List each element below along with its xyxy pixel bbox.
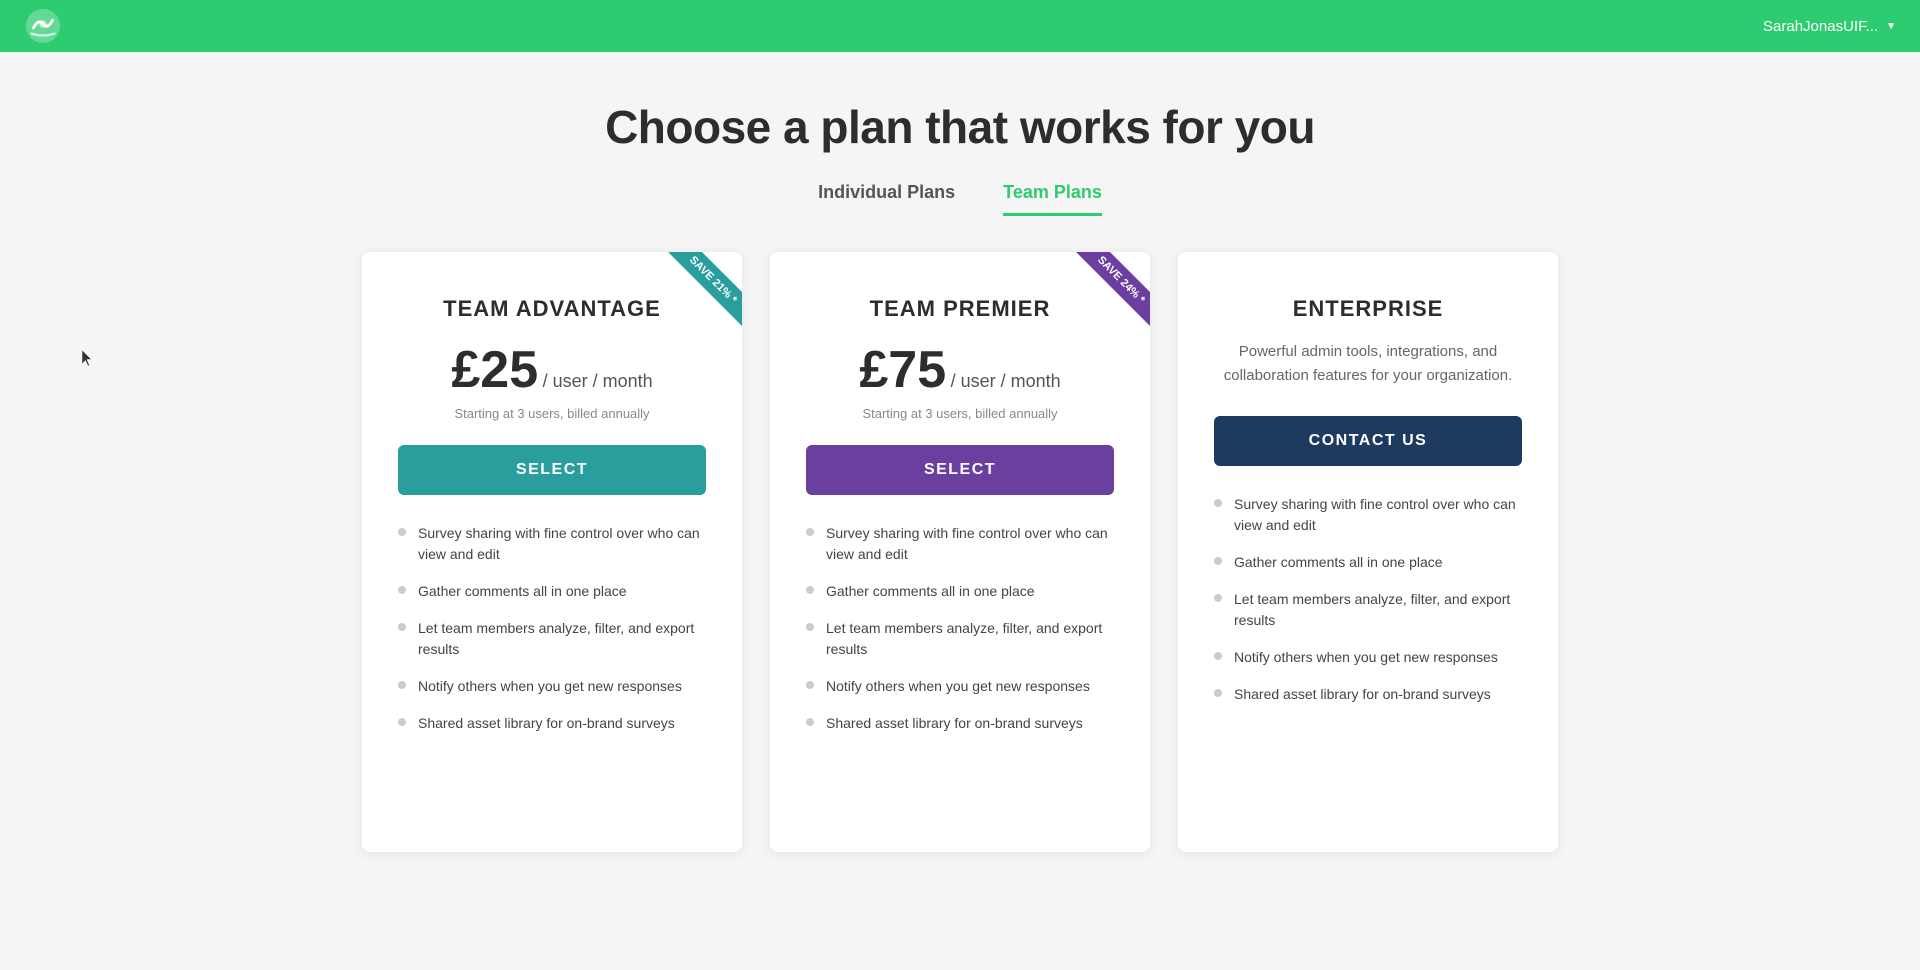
- feature-dot-icon: [806, 718, 814, 726]
- list-item: Gather comments all in one place: [1214, 552, 1522, 573]
- user-menu[interactable]: SarahJonasUIF... ▼: [1763, 18, 1896, 35]
- feature-dot-icon: [1214, 557, 1222, 565]
- price-period-team-premier: / user / month: [951, 371, 1061, 391]
- list-item: Survey sharing with fine control over wh…: [1214, 494, 1522, 536]
- list-item: Notify others when you get new responses: [806, 676, 1114, 697]
- feature-text: Shared asset library for on-brand survey…: [826, 713, 1083, 734]
- plan-card-team-advantage: SAVE 21% * TEAM ADVANTAGE £25 / user / m…: [362, 252, 742, 852]
- billing-note-team-advantage: Starting at 3 users, billed annually: [398, 406, 706, 421]
- list-item: Gather comments all in one place: [398, 581, 706, 602]
- list-item: Shared asset library for on-brand survey…: [1214, 684, 1522, 705]
- feature-text: Gather comments all in one place: [826, 581, 1035, 602]
- ribbon-text-team-premier: SAVE 24% *: [1074, 252, 1150, 327]
- page-title: Choose a plan that works for you: [20, 100, 1900, 154]
- list-item: Gather comments all in one place: [806, 581, 1114, 602]
- price-amount-team-premier: £75: [859, 341, 946, 399]
- plan-card-team-premier: SAVE 24% * TEAM PREMIER £75 / user / mon…: [770, 252, 1150, 852]
- feature-dot-icon: [806, 623, 814, 631]
- list-item: Shared asset library for on-brand survey…: [398, 713, 706, 734]
- list-item: Let team members analyze, filter, and ex…: [1214, 589, 1522, 631]
- select-button-team-premier[interactable]: SELECT: [806, 445, 1114, 495]
- ribbon-team-premier: SAVE 24% *: [1060, 252, 1150, 342]
- feature-dot-icon: [806, 586, 814, 594]
- enterprise-description: Powerful admin tools, integrations, and …: [1214, 340, 1522, 388]
- list-item: Let team members analyze, filter, and ex…: [398, 618, 706, 660]
- logo-container: [24, 7, 62, 45]
- feature-text: Survey sharing with fine control over wh…: [418, 523, 706, 565]
- feature-text: Notify others when you get new responses: [418, 676, 682, 697]
- plans-grid: SAVE 21% * TEAM ADVANTAGE £25 / user / m…: [310, 252, 1610, 852]
- username-label: SarahJonasUIF...: [1763, 18, 1878, 35]
- feature-dot-icon: [398, 528, 406, 536]
- contact-us-button[interactable]: CONTACT US: [1214, 416, 1522, 466]
- list-item: Survey sharing with fine control over wh…: [398, 523, 706, 565]
- feature-text: Shared asset library for on-brand survey…: [1234, 684, 1491, 705]
- feature-dot-icon: [398, 681, 406, 689]
- feature-dot-icon: [806, 681, 814, 689]
- feature-dot-icon: [806, 528, 814, 536]
- feature-text: Gather comments all in one place: [418, 581, 627, 602]
- billing-note-team-premier: Starting at 3 users, billed annually: [806, 406, 1114, 421]
- list-item: Let team members analyze, filter, and ex…: [806, 618, 1114, 660]
- price-amount-team-advantage: £25: [451, 341, 538, 399]
- feature-text: Gather comments all in one place: [1234, 552, 1443, 573]
- plan-price-team-premier: £75 / user / month: [806, 340, 1114, 400]
- feature-text: Let team members analyze, filter, and ex…: [418, 618, 706, 660]
- feature-dot-icon: [398, 623, 406, 631]
- list-item: Notify others when you get new responses: [398, 676, 706, 697]
- features-list-team-advantage: Survey sharing with fine control over wh…: [398, 523, 706, 734]
- feature-dot-icon: [1214, 689, 1222, 697]
- list-item: Survey sharing with fine control over wh…: [806, 523, 1114, 565]
- features-list-enterprise: Survey sharing with fine control over wh…: [1214, 494, 1522, 705]
- plan-card-enterprise: ENTERPRISE Powerful admin tools, integra…: [1178, 252, 1558, 852]
- feature-dot-icon: [398, 586, 406, 594]
- feature-dot-icon: [398, 718, 406, 726]
- feature-text: Notify others when you get new responses: [1234, 647, 1498, 668]
- chevron-down-icon: ▼: [1886, 21, 1896, 32]
- feature-dot-icon: [1214, 499, 1222, 507]
- feature-dot-icon: [1214, 594, 1222, 602]
- feature-text: Shared asset library for on-brand survey…: [418, 713, 675, 734]
- feature-text: Survey sharing with fine control over wh…: [826, 523, 1114, 565]
- app-logo-icon: [24, 7, 62, 45]
- list-item: Shared asset library for on-brand survey…: [806, 713, 1114, 734]
- plan-price-team-advantage: £25 / user / month: [398, 340, 706, 400]
- feature-text: Let team members analyze, filter, and ex…: [826, 618, 1114, 660]
- select-button-team-advantage[interactable]: SELECT: [398, 445, 706, 495]
- list-item: Notify others when you get new responses: [1214, 647, 1522, 668]
- feature-text: Let team members analyze, filter, and ex…: [1234, 589, 1522, 631]
- feature-text: Survey sharing with fine control over wh…: [1234, 494, 1522, 536]
- feature-dot-icon: [1214, 652, 1222, 660]
- tab-team[interactable]: Team Plans: [1003, 182, 1102, 216]
- price-period-team-advantage: / user / month: [543, 371, 653, 391]
- ribbon-team-advantage: SAVE 21% *: [652, 252, 742, 342]
- main-content: Choose a plan that works for you Individ…: [0, 52, 1920, 892]
- ribbon-text-team-advantage: SAVE 21% *: [666, 252, 742, 327]
- feature-text: Notify others when you get new responses: [826, 676, 1090, 697]
- plan-tabs: Individual Plans Team Plans: [20, 182, 1900, 216]
- tab-individual[interactable]: Individual Plans: [818, 182, 955, 216]
- app-header: SarahJonasUIF... ▼: [0, 0, 1920, 52]
- plan-name-enterprise: ENTERPRISE: [1214, 296, 1522, 322]
- features-list-team-premier: Survey sharing with fine control over wh…: [806, 523, 1114, 734]
